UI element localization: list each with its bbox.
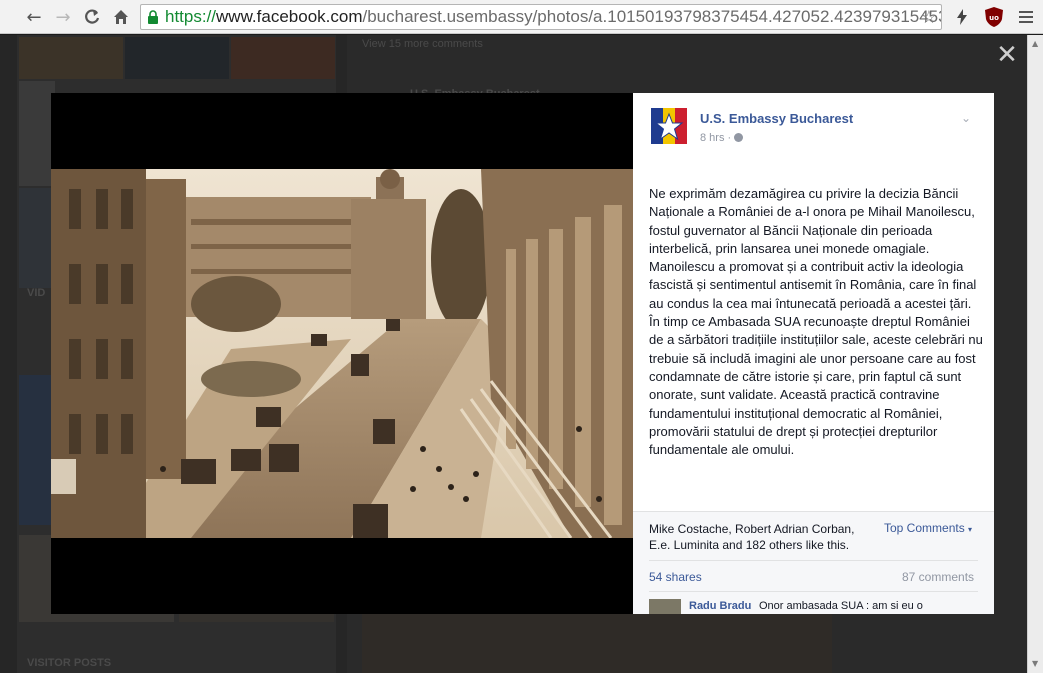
menu-icon[interactable] bbox=[1015, 6, 1037, 28]
ublock-icon[interactable]: uo bbox=[983, 6, 1005, 28]
shares-link[interactable]: 54 shares bbox=[649, 570, 702, 584]
lightning-extension-icon[interactable] bbox=[951, 6, 973, 28]
commenter-name[interactable]: Radu Bradu bbox=[689, 600, 751, 612]
url-path: /bucharest.usembassy/photos/a.1015019379… bbox=[362, 7, 942, 26]
divider bbox=[649, 560, 978, 561]
scroll-down-icon[interactable]: ▼ bbox=[1032, 659, 1038, 668]
page-scrollbar[interactable]: ▲ ▼ bbox=[1027, 35, 1043, 673]
likes-summary[interactable]: Mike Costache, Robert Adrian Corban, E.e… bbox=[649, 521, 864, 553]
url-host: www.facebook.com bbox=[216, 7, 363, 26]
comments-count[interactable]: 87 comments bbox=[902, 570, 974, 584]
url-scheme: https:// bbox=[165, 7, 217, 26]
photo[interactable] bbox=[51, 169, 633, 538]
reload-icon[interactable] bbox=[80, 5, 104, 29]
post-time-text: 8 hrs · bbox=[700, 132, 732, 144]
post-timestamp[interactable]: 8 hrs · bbox=[700, 132, 744, 144]
street-photo-image bbox=[51, 169, 633, 538]
divider bbox=[649, 591, 978, 592]
close-icon[interactable]: ✕ bbox=[996, 42, 1018, 68]
side-label: VID bbox=[27, 287, 46, 299]
chevron-down-icon[interactable]: ⌄ bbox=[961, 111, 971, 125]
engagement-bar: Mike Costache, Robert Adrian Corban, E.e… bbox=[633, 511, 994, 614]
svg-text:uo: uo bbox=[989, 14, 999, 22]
post-text: Ne exprimăm dezamăgirea cu privire la de… bbox=[649, 186, 983, 458]
top-comments-dropdown[interactable]: Top Comments ▾ bbox=[884, 521, 972, 535]
globe-icon bbox=[734, 133, 744, 142]
back-arrow-icon[interactable]: ← bbox=[22, 5, 46, 29]
browser-toolbar: ← → https://www.facebook.com/bucharest.u… bbox=[0, 0, 1043, 34]
lock-icon bbox=[148, 10, 158, 24]
address-bar[interactable]: https://www.facebook.com/bucharest.usemb… bbox=[140, 4, 942, 30]
bookmark-star-icon[interactable]: ☆ bbox=[921, 7, 937, 28]
top-comments-label: Top Comments bbox=[884, 521, 965, 535]
view-more-comments-link[interactable]: View 15 more comments bbox=[362, 38, 483, 50]
page-name-link[interactable]: U.S. Embassy Bucharest bbox=[700, 111, 853, 126]
page-avatar[interactable] bbox=[651, 108, 687, 144]
home-icon[interactable] bbox=[109, 5, 133, 29]
comment-text: Onor ambasada SUA : am si eu o bbox=[759, 600, 923, 612]
commenter-avatar[interactable] bbox=[649, 599, 681, 614]
visitor-posts-heading[interactable]: VISITOR POSTS bbox=[27, 657, 111, 669]
scroll-up-icon[interactable]: ▲ bbox=[1032, 39, 1038, 48]
caret-down-icon: ▾ bbox=[968, 525, 973, 534]
forward-arrow-icon[interactable]: → bbox=[51, 5, 75, 29]
post-panel: U.S. Embassy Bucharest 8 hrs · ⌄ Ne expr… bbox=[633, 93, 994, 614]
